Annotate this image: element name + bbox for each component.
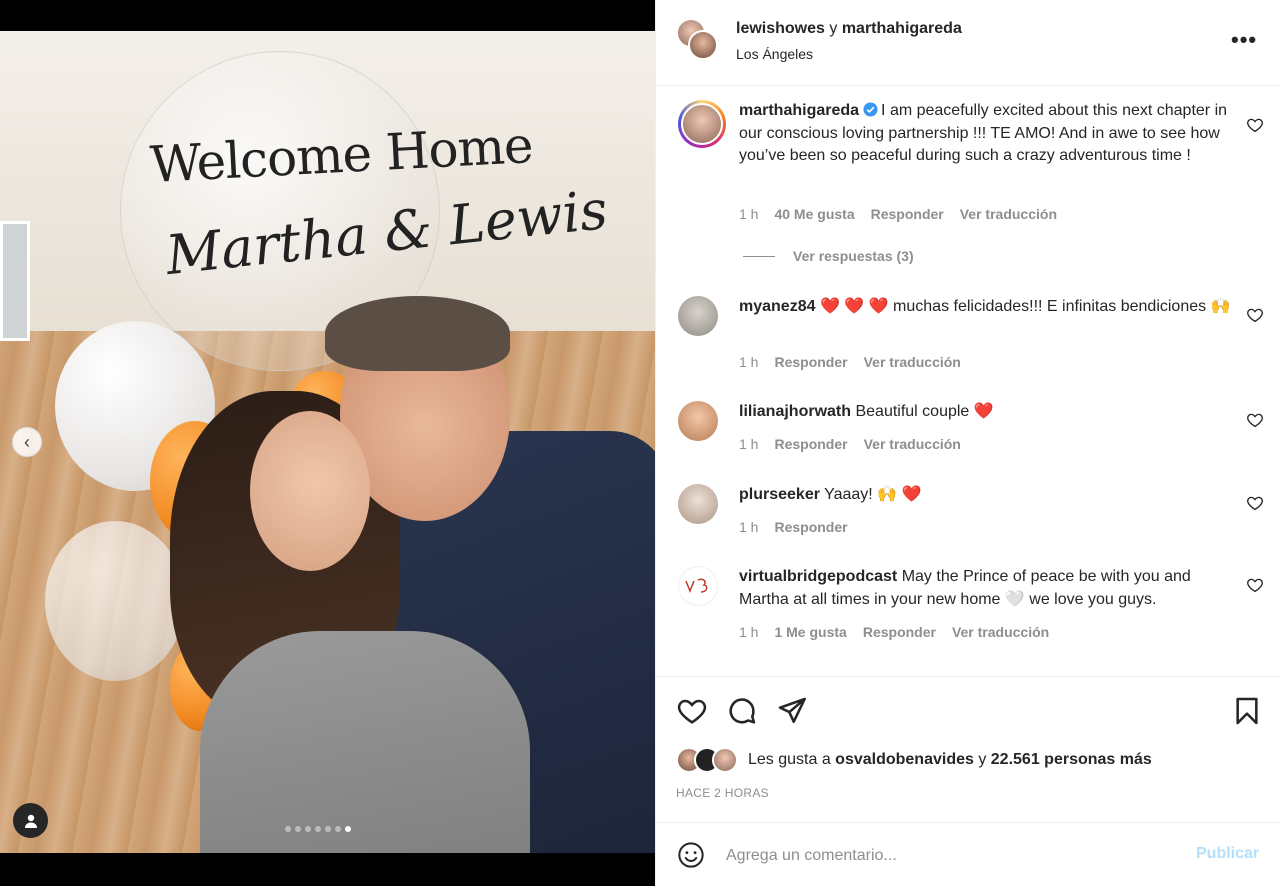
like-comment-icon[interactable] — [1246, 576, 1264, 594]
comment-composer: Publicar — [656, 822, 1280, 886]
comment-time[interactable]: 1 h — [739, 354, 758, 370]
author-username-1[interactable]: lewishowes — [736, 20, 825, 37]
carousel-dot — [315, 826, 321, 832]
like-comment-icon[interactable] — [1246, 306, 1264, 324]
reply-button[interactable]: Responder — [774, 354, 847, 370]
comment-likes[interactable]: 1 Me gusta — [774, 624, 846, 640]
avatar — [681, 103, 723, 145]
avatar[interactable] — [678, 484, 718, 524]
comment-text: lilianajhorwath Beautiful couple ❤️ — [739, 401, 1234, 424]
story-ring[interactable] — [678, 100, 726, 148]
reply-button[interactable]: Responder — [774, 519, 847, 535]
comment-username[interactable]: plurseeker — [739, 486, 820, 503]
comment-body: Beautiful couple ❤️ — [855, 403, 994, 420]
likes-prefix: Les gusta a — [748, 751, 836, 768]
like-heart-icon[interactable] — [676, 695, 708, 727]
comments-list: marthahigareda I am peacefully excited ab… — [656, 86, 1280, 676]
replies-divider — [743, 255, 775, 257]
user-icon — [24, 814, 37, 828]
reply-button[interactable]: Responder — [774, 436, 847, 452]
comment-likes[interactable]: 40 Me gusta — [774, 206, 854, 222]
comment-time[interactable]: 1 h — [739, 436, 758, 452]
like-comment-icon[interactable] — [1246, 494, 1264, 512]
carousel-dot — [335, 826, 341, 832]
carousel-dot — [305, 826, 311, 832]
instagram-post-modal: Welcome Home Martha & Lewis ‹ lewishowes… — [0, 0, 1280, 886]
comment-meta: 1 h 40 Me gusta Responder Ver traducción — [739, 206, 1057, 222]
comment-time[interactable]: 1 h — [739, 519, 758, 535]
more-options-button[interactable]: ••• — [1231, 27, 1257, 53]
view-replies-label: Ver respuestas (3) — [793, 248, 914, 264]
post-actions: Les gusta a osvaldobenavides y 22.561 pe… — [656, 676, 1280, 846]
comment-time[interactable]: 1 h — [739, 206, 758, 222]
save-bookmark-icon[interactable] — [1231, 695, 1263, 727]
tagged-users-button[interactable] — [13, 803, 48, 838]
translate-button[interactable]: Ver traducción — [864, 354, 961, 370]
comment-bubble-icon[interactable] — [726, 695, 758, 727]
liker-username[interactable]: osvaldobenavides — [835, 751, 974, 768]
avatar[interactable] — [678, 401, 718, 441]
post-media: Welcome Home Martha & Lewis ‹ — [0, 0, 655, 886]
comment-username[interactable]: myanez84 — [739, 298, 816, 315]
publish-button[interactable]: Publicar — [1196, 845, 1259, 863]
share-send-icon[interactable] — [776, 695, 808, 727]
post-authors: lewishowes y marthahigareda — [736, 20, 962, 38]
post-side-panel: lewishowes y marthahigareda Los Ángeles … — [655, 0, 1280, 886]
previous-photo-button[interactable]: ‹ — [12, 427, 42, 457]
translate-button[interactable]: Ver traducción — [952, 624, 1049, 640]
avatar[interactable] — [678, 296, 718, 336]
comment-username[interactable]: virtualbridgepodcast — [739, 568, 897, 585]
like-comment-icon[interactable] — [1246, 116, 1264, 134]
carousel-dot — [325, 826, 331, 832]
comment-text: virtualbridgepodcast May the Prince of p… — [739, 566, 1234, 611]
comment-body: Yaaay! 🙌 ❤️ — [824, 486, 922, 503]
avatar[interactable] — [678, 566, 718, 606]
translate-button[interactable]: Ver traducción — [864, 436, 961, 452]
comment-text: myanez84 ❤️ ❤️ ❤️ muchas felicidades!!! … — [739, 296, 1234, 319]
reply-button[interactable]: Responder — [863, 624, 936, 640]
comment-input[interactable] — [726, 843, 1166, 869]
reply-button[interactable]: Responder — [871, 206, 944, 222]
carousel-dot — [285, 826, 291, 832]
carousel-dot — [295, 826, 301, 832]
post-location[interactable]: Los Ángeles — [736, 46, 813, 62]
likes-text: Les gusta a osvaldobenavides y 22.561 pe… — [748, 751, 1152, 769]
author-username-2[interactable]: marthahigareda — [842, 20, 962, 37]
likes-conjunction: y — [973, 751, 991, 768]
comment-username[interactable]: lilianajhorwath — [739, 403, 851, 420]
podcast-logo-icon — [685, 578, 708, 594]
emoji-picker-icon[interactable] — [677, 841, 705, 869]
carousel-dot-active — [345, 826, 351, 832]
comment-meta: 1 h Responder Ver traducción — [739, 436, 961, 452]
comment-meta: 1 h Responder — [739, 519, 848, 535]
like-comment-icon[interactable] — [1246, 411, 1264, 429]
comment-text: plurseeker Yaaay! 🙌 ❤️ — [739, 484, 1234, 507]
chevron-left-icon: ‹ — [24, 431, 30, 452]
comment-meta: 1 h 1 Me gusta Responder Ver traducción — [739, 624, 1049, 640]
authors-conjunction: y — [824, 20, 842, 37]
view-replies-button[interactable]: Ver respuestas (3) — [743, 248, 914, 264]
comment-time[interactable]: 1 h — [739, 624, 758, 640]
likes-summary: Les gusta a osvaldobenavides y 22.561 pe… — [676, 747, 1152, 773]
carousel-indicator — [285, 826, 351, 832]
comment-text: marthahigareda I am peacefully excited ab… — [739, 100, 1234, 168]
translate-button[interactable]: Ver traducción — [960, 206, 1057, 222]
avatar — [712, 747, 738, 773]
post-photo: Welcome Home Martha & Lewis — [0, 31, 655, 853]
post-timestamp[interactable]: HACE 2 HORAS — [676, 786, 769, 800]
avatar[interactable] — [688, 30, 718, 60]
verified-badge-icon — [863, 102, 878, 117]
likes-count[interactable]: 22.561 personas más — [991, 751, 1152, 768]
comment-username[interactable]: marthahigareda — [739, 102, 859, 119]
post-header: lewishowes y marthahigareda Los Ángeles … — [656, 0, 1280, 86]
comment-meta: 1 h Responder Ver traducción — [739, 354, 961, 370]
comment-body: ❤️ ❤️ ❤️ muchas felicidades!!! E infinit… — [819, 298, 1231, 315]
